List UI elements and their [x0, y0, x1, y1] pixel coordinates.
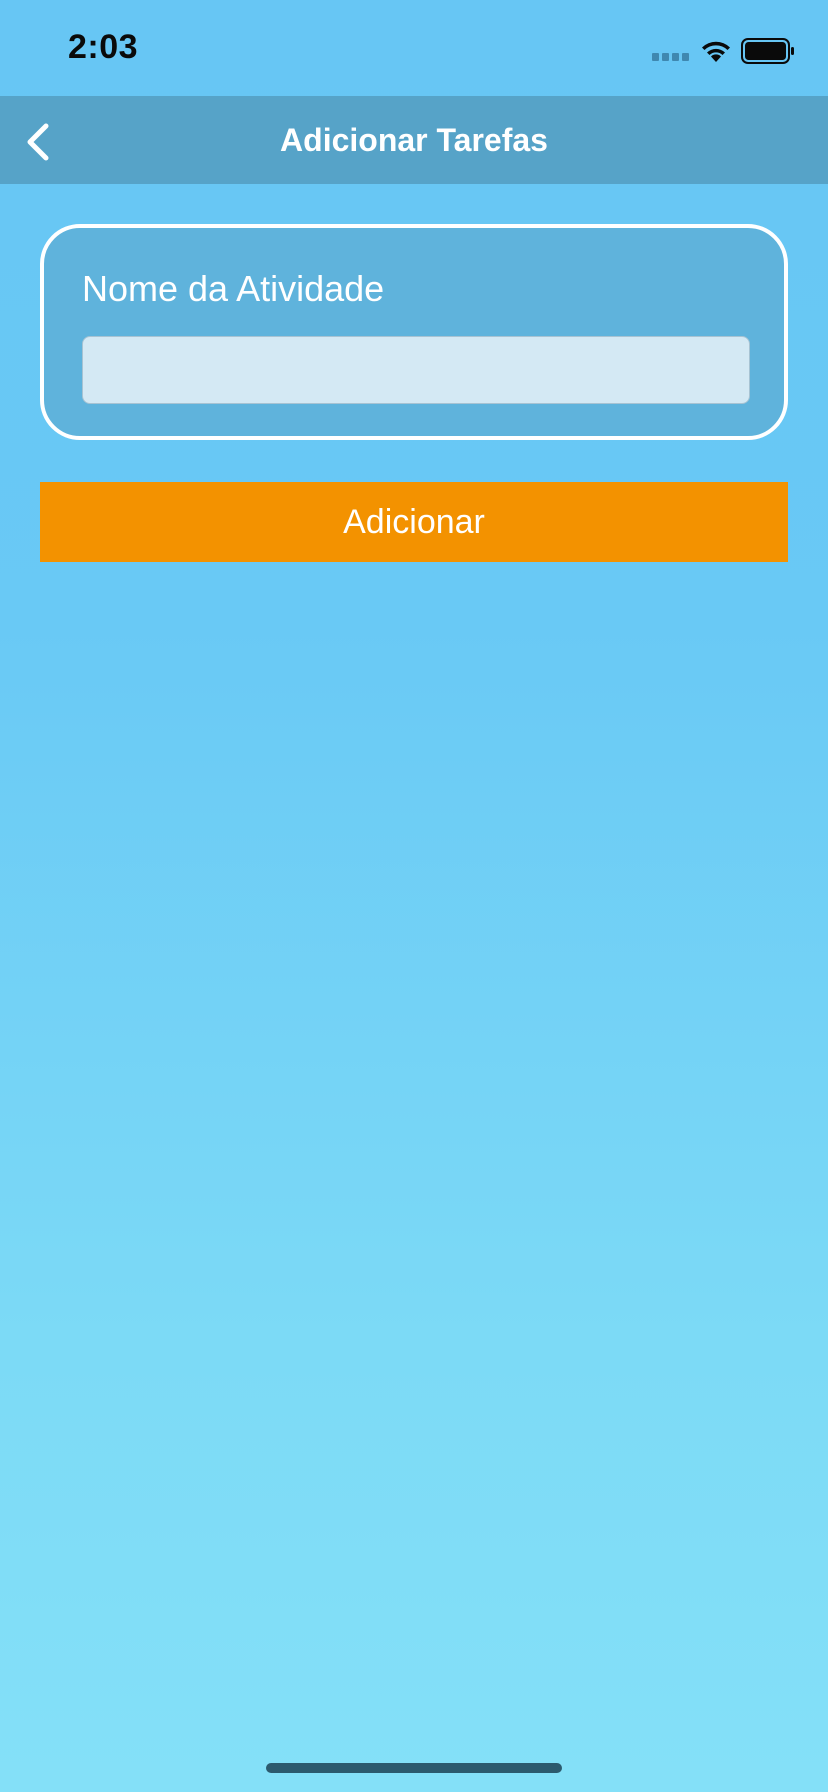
- home-indicator[interactable]: [266, 1763, 562, 1773]
- add-button[interactable]: Adicionar: [40, 482, 788, 562]
- page-title: Adicionar Tarefas: [280, 122, 548, 158]
- activity-name-label: Nome da Atividade: [82, 268, 385, 309]
- cellular-signal-icon: [652, 53, 690, 61]
- activity-name-input[interactable]: [82, 336, 750, 404]
- battery-icon: [741, 38, 794, 64]
- status-bar: 2:03: [0, 0, 828, 96]
- activity-form-card: Nome da Atividade: [40, 224, 788, 440]
- wifi-icon: [702, 41, 730, 62]
- status-time: 2:03: [68, 28, 139, 66]
- navigation-bar: Adicionar Tarefas: [0, 96, 828, 184]
